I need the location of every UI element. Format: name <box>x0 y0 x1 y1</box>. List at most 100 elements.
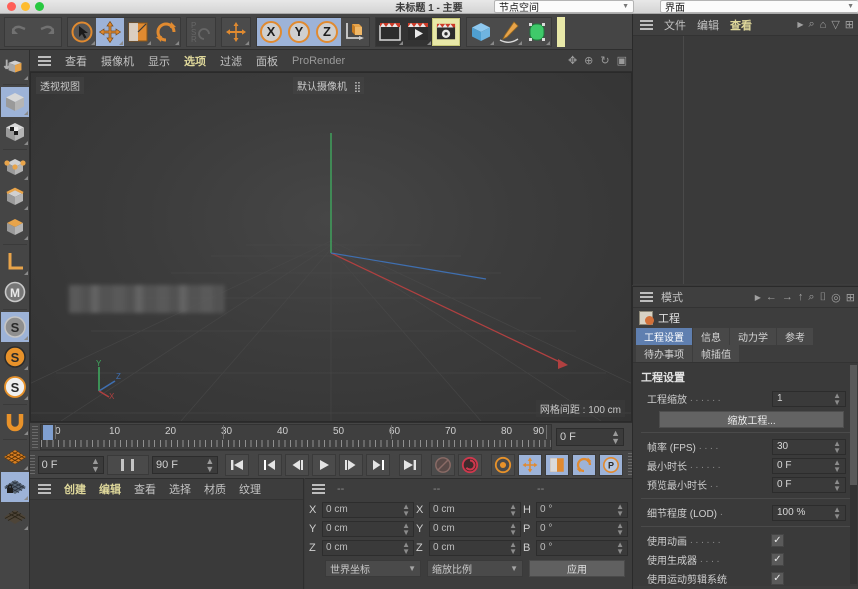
material-menu-edit[interactable]: 编辑 <box>99 481 121 497</box>
render-settings-button[interactable] <box>432 18 460 46</box>
record-active-objects-button[interactable] <box>431 454 455 476</box>
pos-z-field[interactable]: 0 cm ▲▼ <box>322 540 414 556</box>
z-axis-lock[interactable]: Z <box>313 18 341 46</box>
tab-info[interactable]: 信息 <box>693 328 729 345</box>
render-to-picture-viewer-button[interactable] <box>404 18 432 46</box>
move-tool[interactable] <box>96 18 124 46</box>
preview-range-slider[interactable] <box>107 455 149 475</box>
spinner-icon[interactable]: ▲▼ <box>509 503 517 517</box>
arrow-left-icon[interactable]: ← <box>766 291 777 303</box>
attribute-scrollbar[interactable] <box>850 365 857 584</box>
axis-modify-button[interactable] <box>1 247 29 277</box>
preview-min-duration-field[interactable]: 0 F ▲▼ <box>772 477 846 493</box>
viewport-menu-hamburger-icon[interactable] <box>38 56 51 66</box>
spinner-icon[interactable]: ▲▼ <box>402 541 410 555</box>
spinner-icon[interactable]: ▲▼ <box>509 522 517 536</box>
tab-dynamics[interactable]: 动力学 <box>730 328 776 345</box>
play-forwards-button[interactable] <box>312 454 336 476</box>
viewport-canvas[interactable]: 透视视图 默认摄像机 ⣿ 网格间距 : 100 cm Y Z X <box>30 72 632 422</box>
point-mode-button[interactable] <box>1 152 29 182</box>
live-selection-tool[interactable] <box>68 18 96 46</box>
position-key-button[interactable] <box>518 454 542 476</box>
object-menu-view[interactable]: 查看 <box>730 17 752 33</box>
spinner-icon[interactable]: ▲▼ <box>402 503 410 517</box>
viewport-menu-display[interactable]: 显示 <box>148 53 170 69</box>
add-icon[interactable]: ⊞ <box>846 291 855 304</box>
spinner-icon[interactable]: ▲▼ <box>205 457 214 473</box>
add-cube-object-button[interactable] <box>467 18 495 46</box>
soft-selection-s1-button[interactable]: S <box>1 312 29 342</box>
start-frame-field[interactable]: 0 F ▲▼ <box>38 456 104 474</box>
viewport-menu-options[interactable]: 选项 <box>184 53 206 69</box>
go-to-previous-frame-button[interactable] <box>285 454 309 476</box>
planar-workplane-button[interactable] <box>1 502 29 532</box>
playbar-drag-grip[interactable] <box>30 455 35 475</box>
camera-dots-icon[interactable]: ⣿ <box>354 82 360 93</box>
target-icon[interactable]: ◎ <box>831 291 841 304</box>
search-icon[interactable]: ⌕ <box>808 291 814 304</box>
timeline-playhead[interactable] <box>43 425 53 440</box>
minimize-window-button[interactable] <box>21 2 30 11</box>
x-axis-lock[interactable]: X <box>257 18 285 46</box>
material-menu-view[interactable]: 查看 <box>134 481 156 497</box>
timeline-drag-grip[interactable] <box>32 426 38 448</box>
scale-project-button[interactable]: 缩放工程... <box>659 411 844 428</box>
go-to-start-button[interactable] <box>225 454 249 476</box>
use-animation-checkbox[interactable]: ✓ <box>771 534 784 547</box>
viewport-menu-view[interactable]: 查看 <box>65 53 87 69</box>
spinner-icon[interactable]: ▲▼ <box>616 541 624 555</box>
soft-selection-s3-button[interactable]: S <box>1 372 29 402</box>
viewport-move-icon[interactable]: ✥ <box>568 54 577 67</box>
scale-tool[interactable] <box>124 18 152 46</box>
size-z-field[interactable]: 0 cm ▲▼ <box>429 540 521 556</box>
material-menu-texture[interactable]: 纹理 <box>239 481 261 497</box>
use-generator-checkbox[interactable]: ✓ <box>771 553 784 566</box>
soft-selection-s2-button[interactable]: S <box>1 342 29 372</box>
keyframe-selection-button[interactable] <box>491 454 515 476</box>
go-to-end-button[interactable] <box>399 454 423 476</box>
object-menu-hamburger-icon[interactable] <box>640 20 653 30</box>
size-x-field[interactable]: 0 cm ▲▼ <box>429 502 521 518</box>
object-menu-edit[interactable]: 编辑 <box>697 17 719 33</box>
viewport-maximize-icon[interactable]: ▣ <box>617 54 627 67</box>
coordinates-menu-hamburger-icon[interactable] <box>312 484 325 494</box>
autokeying-button[interactable] <box>458 454 482 476</box>
arrow-up-icon[interactable]: ↑ <box>798 291 804 303</box>
viewport-menu-filter[interactable]: 过滤 <box>220 53 242 69</box>
workplane-button[interactable] <box>1 442 29 472</box>
search-icon[interactable]: ⌕ <box>808 18 814 31</box>
psr-tool[interactable]: P S R <box>187 18 215 46</box>
attribute-menu-hamburger-icon[interactable] <box>640 292 653 302</box>
maximize-window-button[interactable] <box>35 2 44 11</box>
spinner-icon[interactable]: ▲▼ <box>611 429 620 445</box>
spinner-icon[interactable]: ▲▼ <box>833 459 841 473</box>
pos-x-field[interactable]: 0 cm ▲▼ <box>322 502 414 518</box>
close-window-button[interactable] <box>7 2 16 11</box>
object-menu-file[interactable]: 文件 <box>664 17 686 33</box>
layout-dropdown[interactable]: 界面 ▼ <box>660 0 858 13</box>
spinner-icon[interactable]: ▲▼ <box>616 522 624 536</box>
attribute-object-row[interactable]: 工程 <box>633 308 858 328</box>
chevron-right-icon[interactable]: ▶ <box>755 293 761 302</box>
world-object-axis-toggle[interactable] <box>222 18 250 46</box>
tab-reference[interactable]: 参考 <box>777 328 813 345</box>
spinner-icon[interactable]: ▲▼ <box>616 503 624 517</box>
size-y-field[interactable]: 0 cm ▲▼ <box>429 521 521 537</box>
material-list-area[interactable] <box>30 499 303 589</box>
spinner-icon[interactable]: ▲▼ <box>91 457 100 473</box>
go-to-next-keyframe-button[interactable] <box>366 454 390 476</box>
timeline-current-frame-field[interactable]: 0 F ▲▼ <box>556 428 624 446</box>
undo-button[interactable] <box>5 18 33 46</box>
model-mode-button[interactable] <box>1 87 29 117</box>
end-frame-field[interactable]: 90 F ▲▼ <box>152 456 218 474</box>
lod-field[interactable]: 100 % ▲▼ <box>772 505 846 521</box>
tab-project-settings[interactable]: 工程设置 <box>636 328 692 345</box>
chevron-right-icon[interactable]: ▶ <box>797 20 803 29</box>
viewport-menu-panel[interactable]: 面板 <box>256 53 278 69</box>
material-menu-hamburger-icon[interactable] <box>38 484 51 494</box>
material-menu-material[interactable]: 材质 <box>204 481 226 497</box>
fps-field[interactable]: 30 ▲▼ <box>772 439 846 455</box>
tab-frame-interpolation[interactable]: 帧插值 <box>693 345 739 362</box>
viewport-menu-prorender[interactable]: ProRender <box>292 55 345 67</box>
spinner-icon[interactable]: ▲▼ <box>833 392 841 406</box>
